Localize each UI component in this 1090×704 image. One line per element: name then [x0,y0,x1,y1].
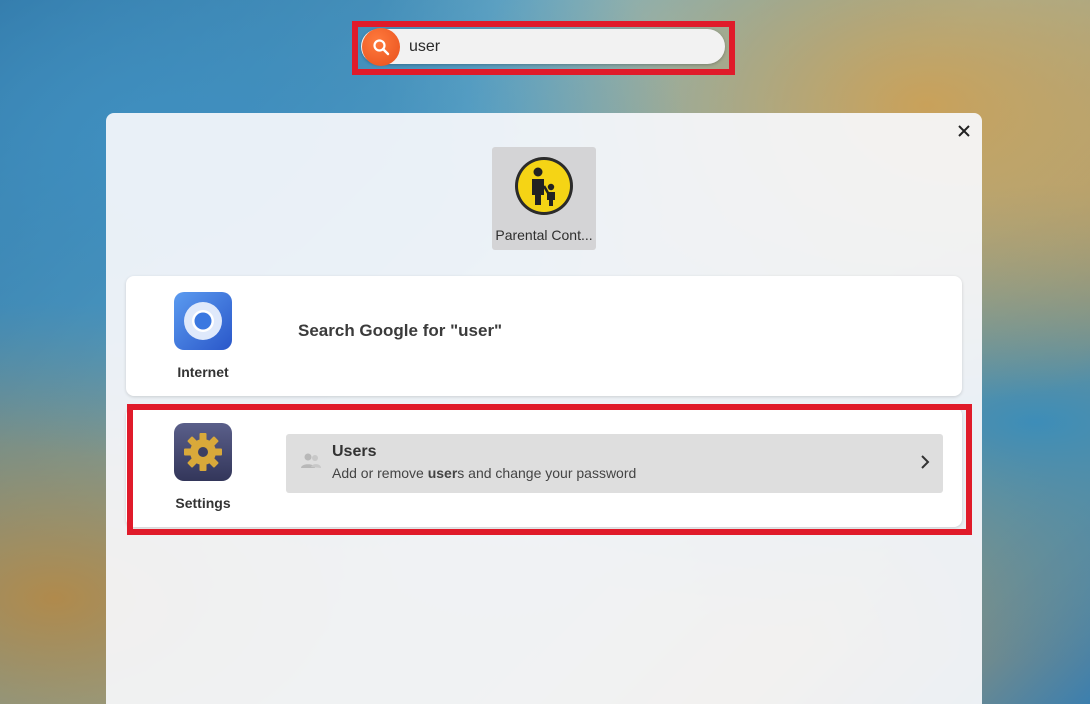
search-bar[interactable] [361,28,725,66]
result-description-end: s and change your password [457,465,637,481]
settings-result-card: Settings Users Add or remove users and c… [126,407,962,527]
users-result-row[interactable]: Users Add or remove users and change you… [286,434,943,493]
result-description-start: Add or remove [332,465,428,481]
chevron-right-icon [919,454,931,475]
result-description-match: user [427,465,458,481]
chromium-icon [173,291,233,351]
search-results-panel: Parental Cont... Internet Search Google … [106,113,982,704]
app-tile-parental-controls[interactable]: Parental Cont... [492,147,596,250]
internet-provider[interactable]: Internet [126,291,280,380]
search-icon [362,28,400,66]
internet-provider-label: Internet [177,364,229,380]
result-description: Add or remove users and change your pass… [332,465,636,481]
internet-result-card: Internet Search Google for "user" [126,276,962,396]
parental-controls-icon [514,156,574,216]
settings-gear-icon [173,422,233,482]
settings-provider-label: Settings [175,495,231,511]
search-google-result[interactable]: Search Google for "user" [298,321,502,341]
app-tile-label: Parental Cont... [495,227,593,243]
result-title: Users [332,443,377,460]
search-input[interactable] [409,29,709,64]
close-icon[interactable] [952,119,976,143]
users-icon [300,452,322,475]
settings-provider[interactable]: Settings [126,422,280,511]
